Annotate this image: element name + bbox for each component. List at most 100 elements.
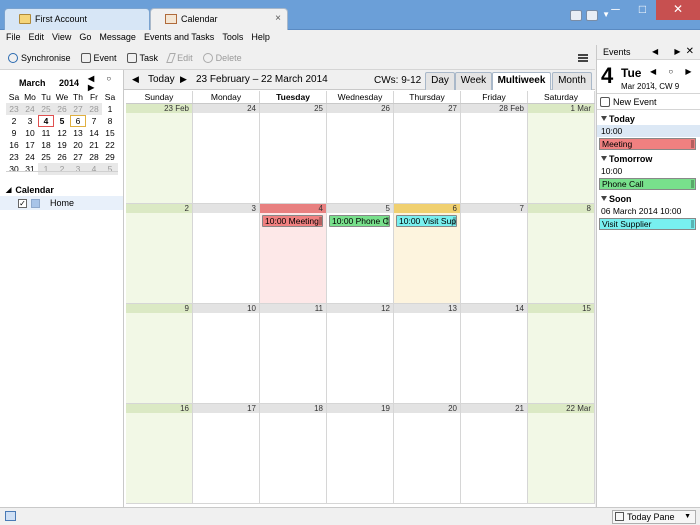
previous-button[interactable]: ◀ <box>132 74 139 85</box>
addressbook-icon[interactable] <box>586 10 599 21</box>
mini-month-day[interactable]: 27 <box>70 103 86 115</box>
mini-month-nav[interactable]: ◀ ○ ▶ <box>88 74 120 92</box>
menu-tools[interactable]: Tools <box>222 30 243 45</box>
day-cell[interactable]: 12 <box>327 304 394 404</box>
mini-month-day[interactable]: 31 <box>22 163 38 175</box>
menu-edit[interactable]: Edit <box>29 30 45 45</box>
chat-icon[interactable] <box>570 10 583 21</box>
agenda-event[interactable]: Meeting <box>599 138 696 150</box>
agenda-group-header[interactable]: Soon <box>597 193 700 205</box>
day-cell[interactable]: 13 <box>394 304 461 404</box>
mini-month-day[interactable]: 29 <box>102 151 118 163</box>
mini-month-day[interactable]: 4 <box>38 115 54 127</box>
calendar-item-home[interactable]: ✓ Home <box>0 196 123 210</box>
mini-month-day[interactable]: 19 <box>54 139 70 151</box>
tab-first-account[interactable]: First Account <box>4 8 150 30</box>
tab-day[interactable]: Day <box>425 72 455 90</box>
hamburger-menu-icon[interactable] <box>578 54 588 62</box>
online-status-icon[interactable] <box>5 511 16 521</box>
next-button[interactable]: ▶ <box>180 74 187 85</box>
mini-month-day[interactable]: 17 <box>22 139 38 151</box>
tab-calendar[interactable]: First Account Calendar × <box>150 8 288 30</box>
new-event-link[interactable]: New Event <box>597 94 700 110</box>
mini-month-day[interactable]: 23 <box>6 103 22 115</box>
mini-month-day[interactable]: 6 <box>70 115 86 127</box>
close-today-pane-icon[interactable]: ✕ <box>686 45 694 59</box>
mini-month-day[interactable]: 23 <box>6 151 22 163</box>
mini-month-day[interactable]: 22 <box>102 139 118 151</box>
today-pane-nav[interactable]: ◀ ▶ <box>652 45 688 59</box>
mini-month-day[interactable]: 30 <box>6 163 22 175</box>
mini-month-day[interactable]: 2 <box>6 115 22 127</box>
mini-month-name[interactable]: March <box>19 78 46 88</box>
tab-week[interactable]: Week <box>455 72 492 90</box>
day-cell[interactable]: 8 <box>528 204 595 304</box>
day-cell[interactable]: 14 <box>461 304 528 404</box>
mini-month-day[interactable]: 1 <box>102 103 118 115</box>
menu-go[interactable]: Go <box>79 30 91 45</box>
day-cell[interactable]: 18 <box>260 404 327 504</box>
menu-events-and-tasks[interactable]: Events and Tasks <box>144 30 214 45</box>
mini-month-day[interactable]: 24 <box>22 103 38 115</box>
mini-month-day[interactable]: 5 <box>54 115 70 127</box>
day-cell[interactable]: 23 Feb <box>126 104 193 204</box>
tab-multiweek[interactable]: Multiweek <box>492 72 551 90</box>
calendar-checkbox[interactable]: ✓ <box>18 198 27 208</box>
minimize-button[interactable]: ─ <box>602 0 629 20</box>
day-cell[interactable]: 20 <box>394 404 461 504</box>
mini-month-day[interactable]: 5 <box>102 163 118 175</box>
calendar-event[interactable]: 10:00 Meeting <box>262 215 323 227</box>
mini-month-day[interactable]: 28 <box>86 103 102 115</box>
mini-month-day[interactable]: 12 <box>54 127 70 139</box>
mini-month-day[interactable]: 16 <box>6 139 22 151</box>
mini-month-year[interactable]: 2014 <box>59 78 79 88</box>
mini-month-day[interactable]: 10 <box>22 127 38 139</box>
day-cell[interactable]: 28 Feb <box>461 104 528 204</box>
day-cell[interactable]: 10 <box>193 304 260 404</box>
mini-month-day[interactable]: 25 <box>38 103 54 115</box>
mini-month-day[interactable]: 26 <box>54 151 70 163</box>
day-cell[interactable]: 6 10:00 Visit Sup... <box>394 204 461 304</box>
maximize-button[interactable]: □ <box>629 0 656 20</box>
day-cell[interactable]: 25 <box>260 104 327 204</box>
day-cell[interactable]: 19 <box>327 404 394 504</box>
day-cell[interactable]: 26 <box>327 104 394 204</box>
mini-month-day[interactable]: 27 <box>70 151 86 163</box>
agenda-event[interactable]: Phone Call <box>599 178 696 190</box>
mini-month-day[interactable]: 8 <box>102 115 118 127</box>
mini-month-day[interactable]: 28 <box>86 151 102 163</box>
close-window-button[interactable]: ✕ <box>656 0 700 20</box>
new-event-button[interactable]: Event <box>80 52 117 63</box>
mini-month-day[interactable]: 18 <box>38 139 54 151</box>
day-cell[interactable]: 7 <box>461 204 528 304</box>
day-cell[interactable]: 2 <box>126 204 193 304</box>
mini-month-day[interactable]: 21 <box>86 139 102 151</box>
day-cell[interactable]: 27 <box>394 104 461 204</box>
tab-month[interactable]: Month <box>552 72 592 90</box>
day-cell[interactable]: 22 Mar <box>528 404 595 504</box>
day-cell[interactable]: 9 <box>126 304 193 404</box>
day-cell[interactable]: 17 <box>193 404 260 504</box>
mini-month-day[interactable]: 20 <box>70 139 86 151</box>
day-cell[interactable]: 11 <box>260 304 327 404</box>
today-button[interactable]: Today <box>148 74 175 85</box>
synchronise-button[interactable]: Synchronise <box>8 52 71 63</box>
edit-button[interactable]: Edit <box>166 52 193 63</box>
mini-month-day[interactable]: 25 <box>38 151 54 163</box>
close-tab-icon[interactable]: × <box>275 13 281 24</box>
menu-file[interactable]: File <box>6 30 21 45</box>
day-cell[interactable]: 1 Mar <box>528 104 595 204</box>
menu-view[interactable]: View <box>52 30 71 45</box>
mini-month-day[interactable]: 11 <box>38 127 54 139</box>
menu-help[interactable]: Help <box>251 30 270 45</box>
day-cell[interactable]: 3 <box>193 204 260 304</box>
mini-month-day[interactable]: 24 <box>22 151 38 163</box>
day-cell[interactable]: 21 <box>461 404 528 504</box>
menu-message[interactable]: Message <box>99 30 136 45</box>
mini-month-day[interactable]: 13 <box>70 127 86 139</box>
new-task-button[interactable]: Task <box>126 52 158 63</box>
mini-month-day[interactable]: 2 <box>54 163 70 175</box>
mini-month-day[interactable]: 7 <box>86 115 102 127</box>
day-cell[interactable]: 5 10:00 Phone C... <box>327 204 394 304</box>
mini-month-day[interactable]: 26 <box>54 103 70 115</box>
